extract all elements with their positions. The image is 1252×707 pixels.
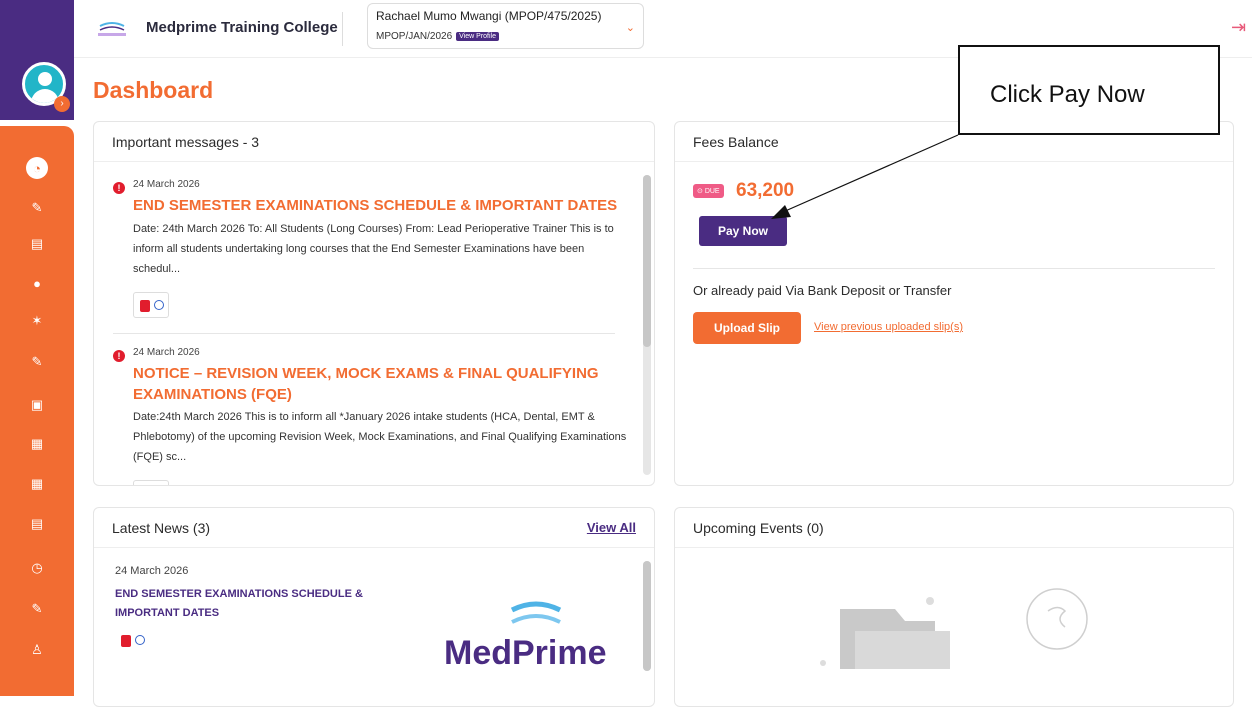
logout-icon[interactable]: ⇥ — [1231, 17, 1246, 38]
card-header: Latest News (3) View All — [94, 508, 654, 548]
kes-icon[interactable]: ● — [28, 274, 46, 292]
notes-edit-icon[interactable]: ✎ — [28, 600, 46, 618]
news-logo-text: MedPrime — [444, 634, 607, 668]
scrollbar[interactable] — [643, 175, 651, 475]
page-title: Dashboard — [93, 77, 214, 103]
sidebar-nav: ◔ ✎ ▤ ● ✶ ✎ ▣ ▦ ▦ ▤ ◷ ✎ ♙ — [0, 126, 74, 696]
student-code: MPOP/JAN/2026 — [376, 31, 453, 42]
pdf-icon[interactable] — [140, 300, 150, 312]
clock-icon[interactable]: ◷ — [28, 559, 46, 577]
fees-amount: 63,200 — [736, 180, 795, 201]
message-title[interactable]: NOTICE – REVISION WEEK, MOCK EXAMS & FIN… — [133, 363, 633, 405]
college-name: Medprime Training College — [146, 19, 338, 36]
alert-icon: ! — [113, 350, 125, 362]
divider — [113, 333, 615, 334]
chevron-down-icon[interactable]: ⌄ — [626, 21, 635, 34]
message-item[interactable]: ! 24 March 2026 END SEMESTER EXAMINATION… — [113, 179, 633, 329]
expand-sidebar-icon[interactable]: › — [54, 96, 70, 112]
message-date: 24 March 2026 — [133, 347, 200, 358]
download-icon[interactable] — [154, 300, 164, 310]
news-image: MedPrime — [444, 598, 624, 668]
timetable-icon[interactable]: ▦ — [28, 475, 46, 493]
scrollbar-thumb[interactable] — [643, 175, 651, 347]
exam-icon[interactable]: ▤ — [28, 515, 46, 533]
notes-icon[interactable]: ▤ — [28, 235, 46, 253]
dashboard-icon[interactable]: ◔ — [26, 157, 48, 179]
card-header: Upcoming Events (0) — [675, 508, 1233, 548]
divider — [693, 268, 1215, 269]
report-icon[interactable]: ▣ — [28, 396, 46, 414]
due-label: DUE — [704, 188, 720, 195]
fees-balance-card: Fees Balance ⊙ DUE 63,200 Pay Now Or alr… — [674, 121, 1234, 486]
attachment[interactable] — [133, 292, 169, 318]
scrollbar-thumb[interactable] — [643, 561, 651, 671]
view-all-link[interactable]: View All — [587, 520, 636, 535]
assignment-icon[interactable]: ✎ — [28, 353, 46, 371]
user-icon[interactable]: ♙ — [28, 641, 46, 659]
previous-slips-link[interactable]: View previous uploaded slip(s) — [814, 321, 963, 333]
card-title: Latest News (3) — [112, 520, 211, 536]
pdf-icon[interactable] — [121, 635, 131, 647]
edit-icon[interactable]: ✎ — [28, 199, 46, 217]
medprime-logo-icon — [510, 601, 562, 624]
annotation-callout: Click Pay Now — [958, 45, 1220, 135]
view-profile-button[interactable]: View Profile — [456, 31, 499, 41]
message-item[interactable]: ! 24 March 2026 NOTICE – REVISION WEEK, … — [113, 347, 633, 485]
latest-news-card: Latest News (3) View All 24 March 2026 E… — [93, 507, 655, 707]
important-messages-card: Important messages - 3 ! 24 March 2026 E… — [93, 121, 655, 486]
callout-text: Click Pay Now — [990, 81, 1145, 108]
news-date: 24 March 2026 — [115, 565, 189, 577]
calendar-icon[interactable]: ▦ — [28, 435, 46, 453]
pay-now-button[interactable]: Pay Now — [699, 216, 787, 246]
student-code-line: MPOP/JAN/2026 View Profile — [376, 31, 499, 42]
due-badge: ⊙ DUE — [693, 184, 724, 198]
profile-selector[interactable]: Rachael Mumo Mwangi (MPOP/475/2025) MPOP… — [367, 3, 644, 49]
upload-slip-button[interactable]: Upload Slip — [693, 312, 801, 344]
message-body: Date:24th March 2026 This is to inform a… — [133, 411, 627, 463]
student-name: Rachael Mumo Mwangi (MPOP/475/2025) — [376, 9, 602, 23]
alert-icon: ! — [113, 182, 125, 194]
divider — [342, 12, 343, 46]
empty-events-illustration — [820, 588, 1088, 669]
card-title: Fees Balance — [693, 134, 779, 150]
message-title[interactable]: END SEMESTER EXAMINATIONS SCHEDULE & IMP… — [133, 195, 633, 216]
upcoming-events-card: Upcoming Events (0) — [674, 507, 1234, 707]
news-title[interactable]: END SEMESTER EXAMINATIONS SCHEDULE & IMP… — [115, 585, 385, 623]
card-title: Important messages - 3 — [112, 134, 260, 150]
scrollbar[interactable] — [643, 561, 651, 671]
card-title: Upcoming Events (0) — [693, 520, 824, 536]
card-header: Important messages - 3 — [94, 122, 654, 162]
attachment[interactable] — [115, 628, 151, 654]
alt-payment-text: Or already paid Via Bank Deposit or Tran… — [693, 283, 952, 298]
college-logo — [98, 22, 126, 36]
download-icon[interactable] — [135, 635, 145, 645]
message-list[interactable]: ! 24 March 2026 END SEMESTER EXAMINATION… — [94, 163, 654, 485]
message-body: Date: 24th March 2026 To: All Students (… — [133, 223, 614, 275]
activity-icon[interactable]: ✶ — [28, 312, 46, 330]
attachment[interactable] — [133, 480, 169, 485]
message-date: 24 March 2026 — [133, 179, 200, 190]
